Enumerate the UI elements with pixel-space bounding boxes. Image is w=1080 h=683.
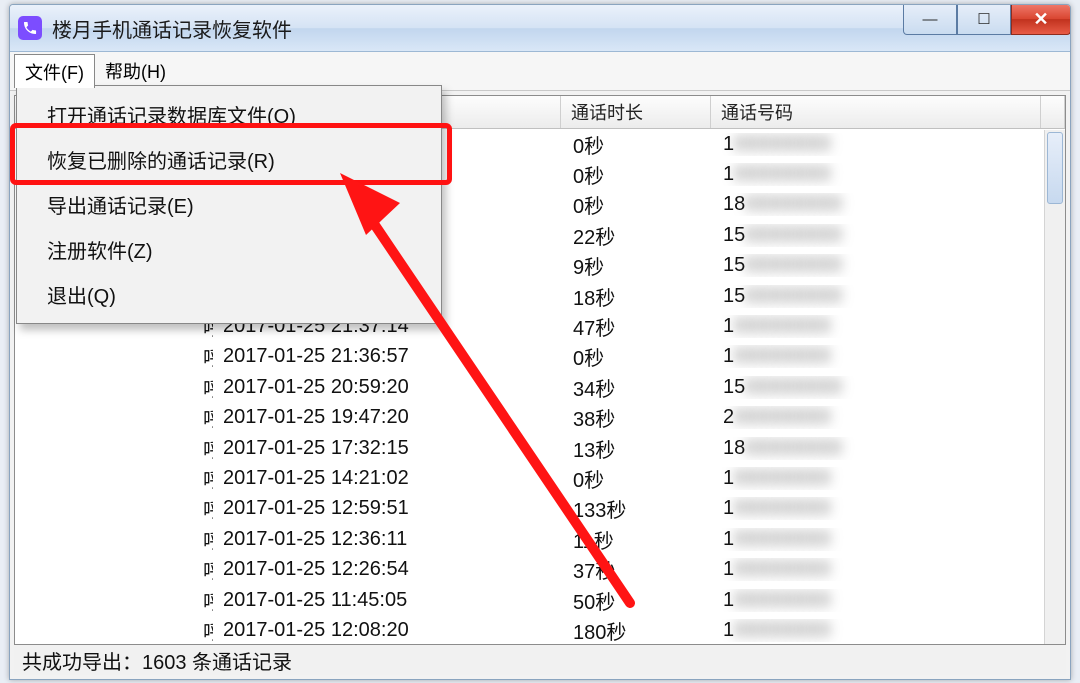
cell-number: 100000000 <box>713 558 1065 581</box>
cell-type: 呼入电话 <box>15 494 213 523</box>
cell-duration: 133秒 <box>563 494 713 523</box>
cell-time: 2017-01-25 19:47:20 <box>213 406 563 429</box>
cell-duration: 47秒 <box>563 312 713 341</box>
cell-type: 呼入电话 <box>15 434 213 463</box>
minimize-button[interactable]: — <box>903 4 957 35</box>
cell-duration: 18秒 <box>563 282 713 311</box>
col-extra <box>1041 96 1065 128</box>
cell-type: 呼出电话 <box>15 342 213 371</box>
col-number[interactable]: 通话号码 <box>711 96 1041 128</box>
cell-duration: 0秒 <box>563 464 713 493</box>
cell-number: 200000000 <box>713 406 1065 429</box>
cell-number: 100000000 <box>713 345 1065 368</box>
vertical-scrollbar[interactable] <box>1044 130 1065 644</box>
table-row[interactable]: 呼入电话2017-01-25 12:36:1111秒100000000 <box>15 524 1065 554</box>
app-icon <box>18 16 42 40</box>
table-row[interactable]: 呼出电话2017-01-25 12:26:5437秒100000000 <box>15 554 1065 584</box>
menu-help[interactable]: 帮助(H) <box>95 54 176 88</box>
menu-recover-deleted[interactable]: 恢复已删除的通话记录(R) <box>19 137 439 182</box>
cell-time: 2017-01-25 12:36:11 <box>213 528 563 551</box>
cell-time: 2017-01-25 11:45:05 <box>213 589 563 612</box>
cell-duration: 13秒 <box>563 434 713 463</box>
cell-duration: 37秒 <box>563 555 713 584</box>
cell-time: 2017-01-25 12:08:20 <box>213 619 563 642</box>
table-row[interactable]: 呼出电话2017-01-25 12:08:20180秒100000000 <box>15 615 1065 645</box>
cell-number: 1800000000 <box>713 193 1065 216</box>
cell-duration: 0秒 <box>563 190 713 219</box>
cell-duration: 9秒 <box>563 251 713 280</box>
cell-number: 100000000 <box>713 163 1065 186</box>
table-row[interactable]: 呼出电话2017-01-25 21:36:570秒100000000 <box>15 342 1065 372</box>
table-row[interactable]: 呼入电话2017-01-25 17:32:1513秒1800000000 <box>15 433 1065 463</box>
menu-quit[interactable]: 退出(Q) <box>19 272 439 317</box>
cell-number: 100000000 <box>713 619 1065 642</box>
cell-number: 1800000000 <box>713 437 1065 460</box>
cell-duration: 22秒 <box>563 221 713 250</box>
file-dropdown: 打开通话记录数据库文件(O) 恢复已删除的通话记录(R) 导出通话记录(E) 注… <box>16 85 442 324</box>
phone-icon <box>22 20 38 36</box>
cell-number: 1500000000 <box>713 224 1065 247</box>
cell-number: 100000000 <box>713 133 1065 156</box>
cell-duration: 50秒 <box>563 586 713 615</box>
menu-register[interactable]: 注册软件(Z) <box>19 227 439 272</box>
table-row[interactable]: 呼出电话2017-01-25 19:47:2038秒200000000 <box>15 403 1065 433</box>
cell-number: 1500000000 <box>713 376 1065 399</box>
table-row[interactable]: 呼出电话2017-01-25 14:21:020秒100000000 <box>15 463 1065 493</box>
cell-duration: 0秒 <box>563 130 713 159</box>
cell-type: 呼入电话 <box>15 373 213 402</box>
cell-number: 1500000000 <box>713 254 1065 277</box>
maximize-button[interactable]: ☐ <box>957 4 1011 35</box>
cell-number: 100000000 <box>713 467 1065 490</box>
menu-export[interactable]: 导出通话记录(E) <box>19 182 439 227</box>
window-title: 楼月手机通话记录恢复软件 <box>52 14 292 43</box>
table-row[interactable]: 呼入电话2017-01-25 11:45:0550秒100000000 <box>15 585 1065 615</box>
cell-time: 2017-01-25 12:26:54 <box>213 558 563 581</box>
title-bar: 楼月手机通话记录恢复软件 — ☐ ✕ <box>10 5 1070 52</box>
cell-duration: 38秒 <box>563 403 713 432</box>
cell-number: 100000000 <box>713 528 1065 551</box>
app-window: 楼月手机通话记录恢复软件 — ☐ ✕ 文件(F) 帮助(H) 类型 通话时间 通… <box>9 4 1071 680</box>
cell-number: 100000000 <box>713 497 1065 520</box>
cell-number: 100000000 <box>713 589 1065 612</box>
cell-time: 2017-01-25 17:32:15 <box>213 437 563 460</box>
status-bar: 共成功导出：1603 条通话记录 <box>14 645 1066 675</box>
window-controls: — ☐ ✕ <box>903 4 1071 34</box>
cell-time: 2017-01-25 12:59:51 <box>213 497 563 520</box>
cell-duration: 34秒 <box>563 373 713 402</box>
table-row[interactable]: 呼入电话2017-01-25 20:59:2034秒1500000000 <box>15 372 1065 402</box>
cell-duration: 11秒 <box>563 525 713 554</box>
cell-time: 2017-01-25 14:21:02 <box>213 467 563 490</box>
cell-time: 2017-01-25 21:36:57 <box>213 345 563 368</box>
status-text: 共成功导出：1603 条通话记录 <box>22 646 292 675</box>
cell-duration: 0秒 <box>563 160 713 189</box>
cell-type: 呼入电话 <box>15 586 213 615</box>
cell-type: 呼出电话 <box>15 616 213 645</box>
cell-type: 呼出电话 <box>15 403 213 432</box>
cell-type: 呼出电话 <box>15 464 213 493</box>
cell-duration: 180秒 <box>563 616 713 645</box>
cell-duration: 0秒 <box>563 342 713 371</box>
cell-type: 呼入电话 <box>15 525 213 554</box>
cell-type: 呼出电话 <box>15 555 213 584</box>
col-duration[interactable]: 通话时长 <box>561 96 711 128</box>
cell-number: 1500000000 <box>713 285 1065 308</box>
menu-open-db[interactable]: 打开通话记录数据库文件(O) <box>19 92 439 137</box>
cell-time: 2017-01-25 20:59:20 <box>213 376 563 399</box>
table-row[interactable]: 呼入电话2017-01-25 12:59:51133秒100000000 <box>15 494 1065 524</box>
close-button[interactable]: ✕ <box>1011 4 1071 35</box>
scrollbar-thumb[interactable] <box>1047 132 1063 204</box>
cell-number: 100000000 <box>713 315 1065 338</box>
menu-file[interactable]: 文件(F) <box>14 54 95 88</box>
